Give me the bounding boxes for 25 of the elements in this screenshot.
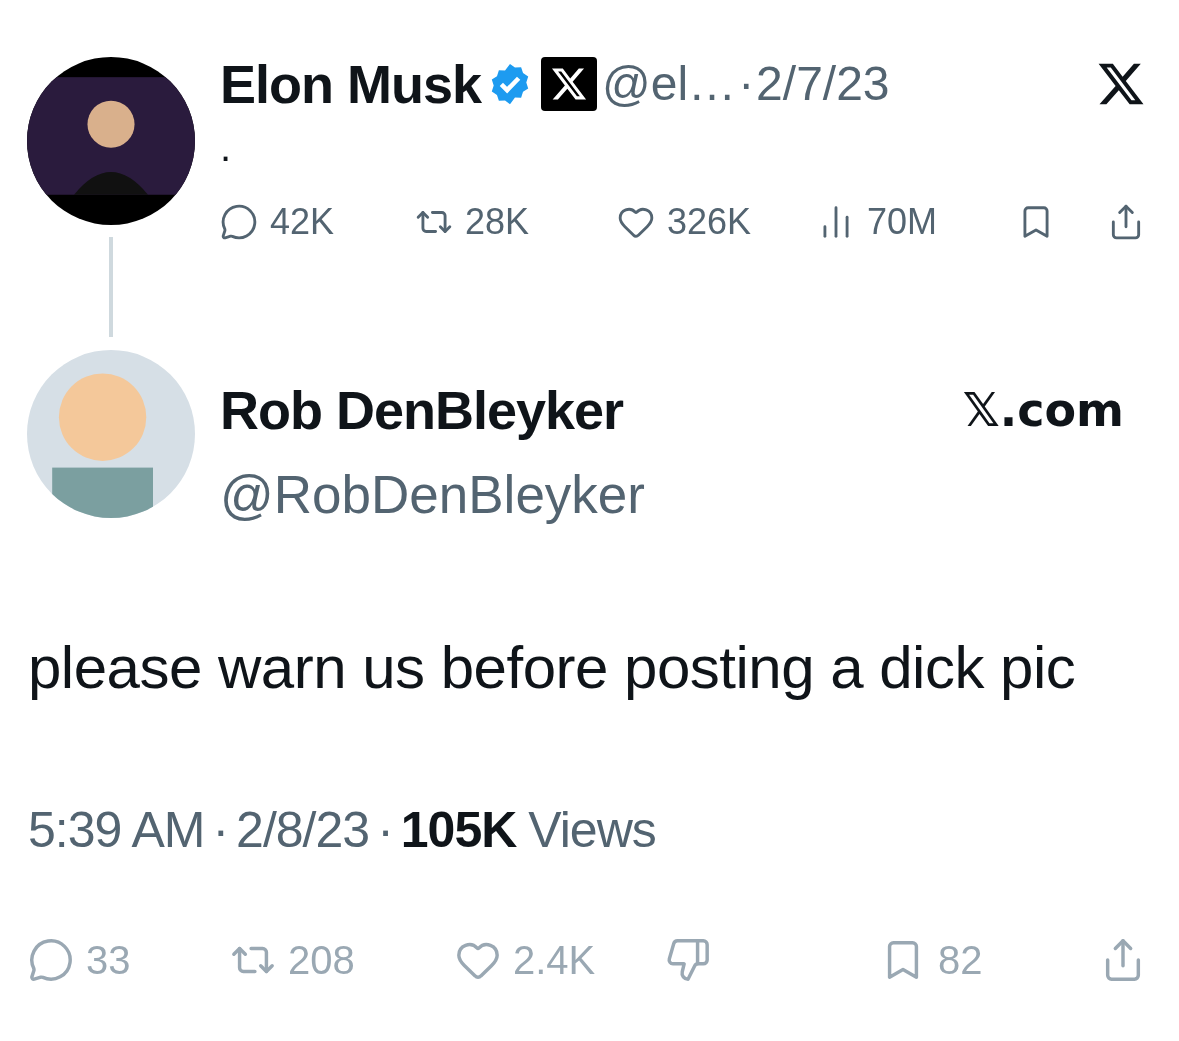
- post-time[interactable]: 5:39 AM: [28, 792, 205, 868]
- reply-icon[interactable]: [220, 203, 258, 241]
- author-handle[interactable]: @el…: [602, 48, 737, 120]
- action-count: 33: [86, 936, 131, 984]
- action-count: 2.4K: [513, 936, 596, 984]
- stat-count: 70M: [867, 200, 938, 244]
- reply-text: please warn us before posting a dick pic: [27, 632, 1077, 703]
- stat-count: 42K: [270, 200, 335, 244]
- thumbs-down-icon[interactable]: [665, 936, 711, 983]
- separator-dot: ·: [377, 800, 393, 860]
- stat-count: 326K: [667, 200, 752, 244]
- author-name[interactable]: Rob DenBleyker: [220, 370, 624, 451]
- post-date[interactable]: 2/8/23: [236, 792, 370, 868]
- separator-dot: ·: [212, 800, 229, 860]
- author-handle[interactable]: @RobDenBleyker: [220, 455, 1179, 535]
- stat-count: 28K: [465, 200, 530, 244]
- action-count: 82: [938, 936, 983, 984]
- separator-dot: ·: [738, 56, 755, 112]
- source-label: 𝕏.com: [962, 382, 1124, 439]
- views-count: 105K: [400, 800, 517, 860]
- views-label: Views: [528, 800, 656, 860]
- post-text: .: [220, 124, 233, 171]
- post-date[interactable]: 2/7/23: [756, 48, 890, 120]
- action-count: 208: [288, 936, 355, 984]
- author-name[interactable]: Elon Musk: [220, 43, 482, 125]
